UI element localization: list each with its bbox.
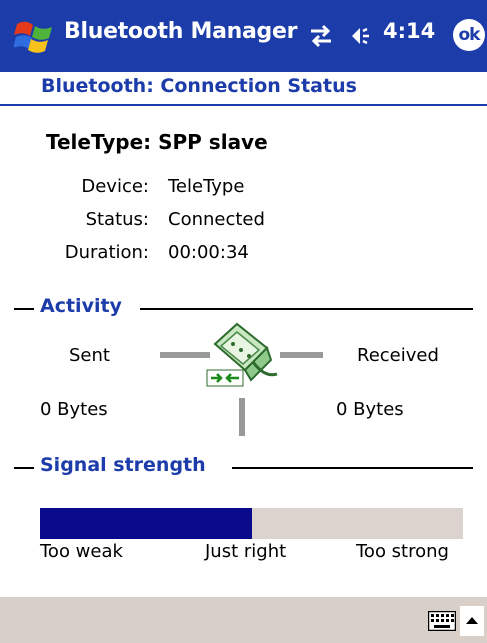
device-label: Device: — [81, 176, 149, 197]
keyboard-icon[interactable] — [428, 611, 456, 631]
signal-strength-fill — [40, 508, 252, 539]
connectivity-arrows-icon[interactable] — [307, 23, 335, 49]
status-value: Connected — [168, 209, 265, 230]
activity-section-title: Activity — [40, 295, 122, 317]
duration-value: 00:00:34 — [168, 242, 249, 263]
signal-label-strong: Too strong — [356, 541, 449, 562]
sent-connector-line — [160, 352, 210, 358]
duration-label: Duration: — [64, 242, 149, 263]
sent-bytes: 0 Bytes — [40, 399, 108, 420]
received-connector-line — [280, 352, 323, 358]
status-label: Status: — [85, 209, 149, 230]
header-divider — [0, 104, 487, 106]
clock[interactable]: 4:14 — [383, 19, 435, 43]
ok-button[interactable]: ok — [453, 19, 485, 51]
sent-label: Sent — [69, 345, 110, 366]
activity-rule-left — [14, 308, 34, 310]
received-bytes: 0 Bytes — [336, 399, 404, 420]
signal-label-right: Just right — [205, 541, 287, 562]
activity-rule-right — [140, 308, 473, 310]
speaker-icon[interactable] — [349, 23, 377, 49]
signal-rule-left — [14, 467, 34, 469]
windows-flag-icon[interactable] — [14, 16, 56, 54]
menu-bar — [0, 596, 487, 643]
signal-label-weak: Too weak — [40, 541, 123, 562]
signal-rule-right — [232, 467, 473, 469]
title-bar: Bluetooth Manager 4:14 ok — [0, 0, 487, 72]
received-label: Received — [357, 345, 439, 366]
vertical-connector-line — [239, 398, 245, 436]
signal-section-title: Signal strength — [40, 454, 206, 476]
device-value: TeleType — [168, 176, 245, 197]
input-panel-arrow-button[interactable] — [460, 606, 484, 636]
signal-strength-bar — [40, 508, 463, 539]
connection-title: TeleType: SPP slave — [46, 130, 268, 154]
app-title[interactable]: Bluetooth Manager — [64, 19, 297, 44]
page-title: Bluetooth: Connection Status — [41, 75, 357, 97]
serial-port-connector-icon — [206, 322, 278, 387]
